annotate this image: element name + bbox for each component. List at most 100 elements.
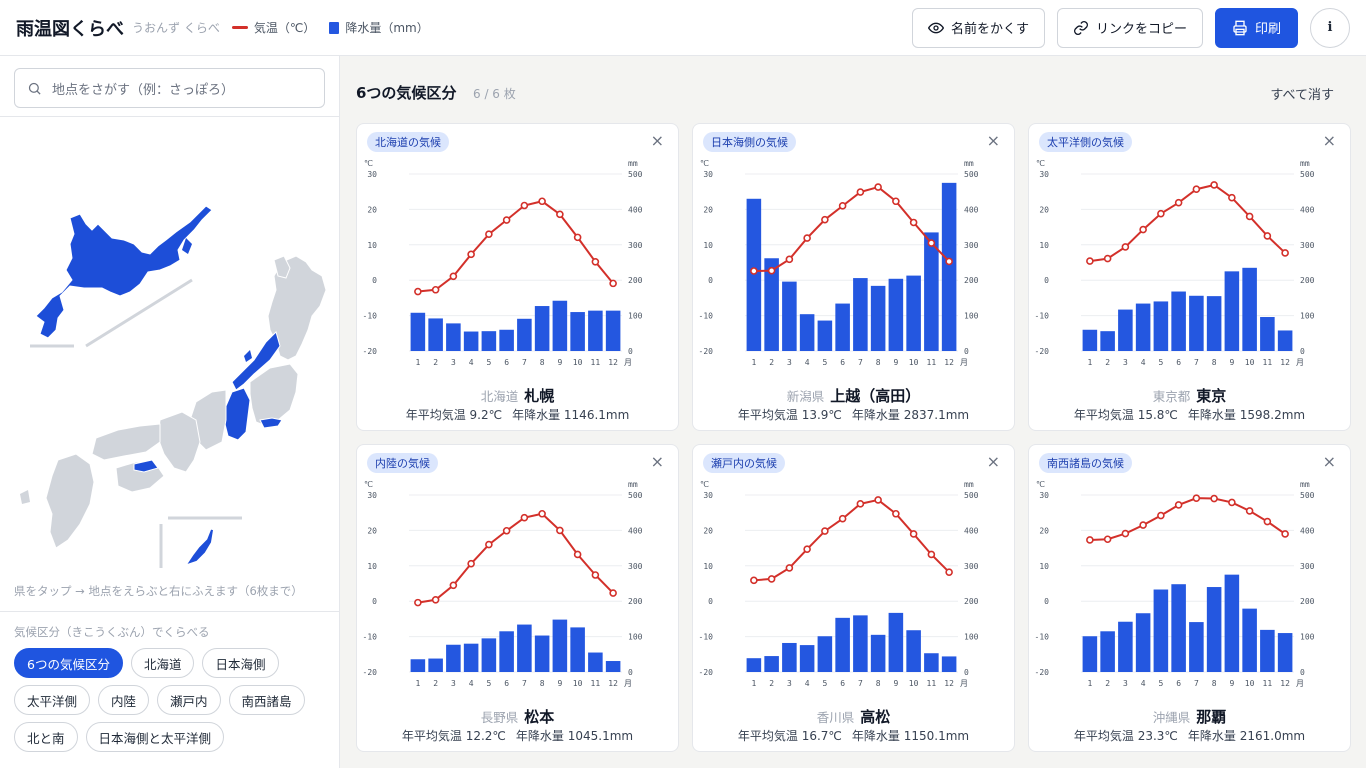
print-button[interactable]: 印刷 — [1214, 7, 1298, 48]
month-tick-label: 12 — [1280, 358, 1290, 367]
print-label: 印刷 — [1254, 22, 1281, 37]
map-okinawa[interactable] — [187, 529, 213, 564]
precipitation-bar — [588, 652, 603, 672]
month-tick-label: 6 — [1176, 679, 1181, 688]
month-tick-label: 6 — [1176, 358, 1181, 367]
precipitation-bar — [570, 627, 585, 672]
precip-unit-label: mm — [628, 480, 638, 489]
hide-names-button[interactable]: 名前をかくす — [911, 7, 1045, 48]
location-name: 北海道 札幌 — [357, 385, 678, 406]
temperature-point — [1281, 249, 1289, 257]
chip-six-climates[interactable]: 6つの気候区分 — [14, 648, 123, 678]
info-button[interactable]: i — [1310, 7, 1350, 48]
temperature-point — [1210, 494, 1218, 503]
precip-tick-label: 0 — [628, 668, 633, 677]
chip-nansei-islands[interactable]: 南西諸島 — [228, 685, 305, 715]
precip-tick-label: 300 — [628, 562, 643, 571]
month-tick-label: 7 — [1194, 679, 1199, 688]
temp-tick-label: 20 — [367, 526, 377, 535]
chip-hokkaido[interactable]: 北海道 — [130, 648, 195, 678]
annual-precipitation: 年降水量 1146.1mm — [512, 408, 630, 422]
legend-precipitation-label: 降水量（mm） — [345, 21, 429, 35]
chip-japan-sea-and-pacific[interactable]: 日本海側と太平洋側 — [85, 722, 225, 752]
precipitation-bar — [853, 278, 868, 351]
climate-type-tag: 南西諸島の気候 — [1039, 453, 1132, 473]
precip-unit-label: mm — [964, 480, 974, 489]
annual-mean-temperature: 年平均気温 13.9℃ — [737, 408, 842, 422]
map-kanto[interactable] — [249, 363, 299, 427]
climate-chart: 3020100-10-205004003002001000℃ mm月1 2 3 4 5 6 7… — [363, 159, 643, 367]
search-icon — [28, 82, 41, 95]
precipitation-bar — [782, 281, 797, 351]
precip-tick-label: 100 — [628, 312, 643, 321]
clear-all-button[interactable]: すべて消す — [1270, 84, 1334, 103]
precipitation-bar — [1100, 631, 1115, 672]
month-unit-label: 月 — [960, 679, 968, 688]
month-tick-label: 5 — [486, 679, 491, 688]
month-tick-label: 8 — [540, 679, 545, 688]
close-card-button[interactable]: × — [1323, 133, 1336, 149]
month-tick-label: 4 — [805, 679, 810, 688]
precipitation-bar — [605, 661, 621, 672]
map-chugoku[interactable] — [91, 423, 161, 461]
precipitation-bar — [428, 318, 443, 351]
temp-unit-label: ℃ — [700, 480, 709, 489]
prefecture-name: 沖縄県 — [1152, 710, 1191, 725]
temperature-point — [1192, 494, 1201, 502]
map-nagano[interactable] — [223, 387, 251, 441]
month-tick-label: 9 — [557, 358, 562, 367]
location-name: 新潟県 上越（高田） — [693, 385, 1014, 406]
map-kyushu[interactable] — [45, 453, 95, 549]
climate-card: 太平洋側の気候 × 30 20 10 0 -10 -20 500 400 300 200 100 0 ℃ mm… — [1028, 123, 1351, 431]
precip-tick-label: 200 — [964, 597, 979, 606]
close-card-button[interactable]: × — [1323, 454, 1336, 470]
climate-chart: 3020100-10-205004003002001000℃ mm月1 2 3 4 5 6 7… — [1035, 159, 1315, 367]
temperature-point — [485, 540, 493, 549]
temperature-line — [753, 185, 950, 272]
temperature-point — [1228, 193, 1236, 202]
map-kinki[interactable] — [157, 411, 201, 473]
chip-pacific-side[interactable]: 太平洋側 — [14, 685, 91, 715]
chip-north-and-south[interactable]: 北と南 — [14, 722, 78, 752]
map-hokkaido[interactable] — [35, 205, 213, 339]
chip-inland[interactable]: 内陸 — [98, 685, 150, 715]
sidebar-divider — [0, 611, 340, 612]
chip-setouchi[interactable]: 瀬戸内 — [157, 685, 221, 715]
search-input[interactable]: 地点をさがす（例：さっぽろ） — [14, 68, 325, 108]
precipitation-bar — [799, 314, 815, 351]
chip-sea-of-japan-side[interactable]: 日本海側 — [202, 648, 279, 678]
japan-map[interactable] — [0, 120, 340, 575]
precip-tick-label: 500 — [964, 491, 979, 500]
temp-tick-label: 20 — [367, 205, 377, 214]
close-card-button[interactable]: × — [987, 133, 1000, 149]
precipitation-bar — [1135, 303, 1151, 351]
precipitation-bar — [1118, 621, 1133, 672]
month-tick-label: 12 — [944, 679, 954, 688]
annual-mean-temperature: 年平均気温 9.2℃ — [405, 408, 503, 422]
month-unit-label: 月 — [960, 358, 968, 367]
temperature-point — [609, 589, 617, 597]
temperature-line — [417, 512, 614, 604]
precipitation-bar — [1224, 574, 1240, 672]
close-card-button[interactable]: × — [987, 454, 1000, 470]
close-card-button[interactable]: × — [651, 454, 664, 470]
temp-tick-label: -20 — [363, 668, 378, 677]
climate-stats: 年平均気温 15.8℃ 年降水量 1598.2mm — [1029, 406, 1350, 423]
temperature-point — [1139, 225, 1147, 234]
map-tokyo[interactable] — [259, 417, 283, 429]
temperature-point — [1245, 507, 1254, 515]
precip-unit-label: mm — [1300, 480, 1310, 489]
map-kyushu-islands — [20, 490, 30, 504]
page-title: 6つの気候区分 — [356, 84, 457, 102]
temp-tick-label: -10 — [1035, 633, 1050, 642]
close-card-button[interactable]: × — [651, 133, 664, 149]
month-tick-label: 2 — [433, 358, 438, 367]
copy-link-button[interactable]: リンクをコピー — [1056, 7, 1203, 48]
temperature-point — [1281, 530, 1289, 538]
temp-tick-label: -10 — [699, 312, 714, 321]
temperature-point — [785, 564, 794, 572]
temp-tick-label: 30 — [367, 491, 377, 500]
temperature-point — [1174, 198, 1183, 207]
annual-precipitation: 年降水量 2161.0mm — [1187, 729, 1306, 743]
month-tick-label: 2 — [769, 358, 774, 367]
